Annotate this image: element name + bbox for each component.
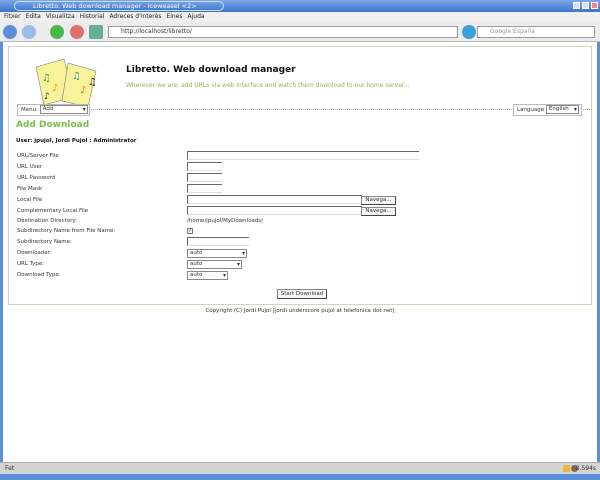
menu-edit[interactable]: Edita [26,13,41,20]
url-input[interactable]: http://localhost/libretto/ [108,26,458,38]
language-select[interactable]: English [545,105,579,114]
reload-icon[interactable] [50,25,64,39]
svg-text:♪: ♪ [44,92,50,102]
menu-file[interactable]: Fitxer [4,13,21,20]
file-mask-input[interactable] [187,184,222,193]
user-info: User: jpujol, Jordi Pujol : Administrato… [16,138,137,144]
close-button[interactable] [591,2,598,9]
minimize-button[interactable] [573,2,580,9]
logo-music-notes-icon: ♫♪ ♪♫ ♪♫ [35,58,97,108]
label-downloader: Downloader: [17,250,52,256]
label-file-mask: File Mask [17,186,43,192]
site-title: Libretto. Web download manager [126,65,296,75]
menu-history[interactable]: Historial [80,13,105,20]
local-file-input[interactable] [187,195,362,204]
complementary-local-file-input[interactable] [187,206,362,215]
menu-label: Menu: [21,107,38,113]
load-time: 0.594s [575,465,596,472]
label-url-server-file: URL/Server File [17,153,59,159]
forward-icon[interactable] [22,25,36,39]
maximize-button[interactable] [582,2,589,9]
svg-text:♪: ♪ [52,83,58,94]
url-server-file-input[interactable] [187,151,419,160]
label-complementary-local-file: Complementary Local File [17,208,89,214]
window-title: Libretto. Web download manager - Iceweas… [14,1,224,11]
language-label: Language [517,107,545,113]
label-url-type: URL Type: [17,261,45,267]
svg-text:♫: ♫ [72,71,81,82]
label-download-type: Download Type: [17,272,61,278]
menu-select[interactable]: Add [39,105,88,114]
divider [17,109,592,110]
url-password-input[interactable] [187,173,222,182]
url-type-select[interactable]: auto [187,260,242,269]
page-content: ♫ ♪ ♪ ♫ ♪ ♫ Libretto. Web download manager … [0,42,600,462]
copyright: Copyright (C) Jordi Pujol [jordi undersc… [205,308,395,314]
status-text: Fet [5,465,15,472]
start-download-button[interactable]: Start Download [277,289,327,299]
stop-icon[interactable] [70,25,84,39]
downloader-select[interactable]: auto [187,249,247,258]
label-local-file: Local File [17,197,43,203]
extension-icon[interactable] [563,465,570,472]
browse-complementary-file-button[interactable]: Navega... [361,207,396,216]
page-heading: Add Download [16,120,90,130]
label-subdir-from-file: Subdirectory Name from File Name: [17,228,116,234]
search-input[interactable]: Google España [477,26,595,38]
title-bar: Libretto. Web download manager - Iceweas… [0,0,600,12]
svg-text:♫: ♫ [42,73,51,84]
status-bar: Fet 0.594s [0,462,600,474]
menu-bookmarks[interactable]: Adreces d'interès [109,13,161,20]
svg-text:♫: ♫ [88,77,97,88]
browse-local-file-button[interactable]: Navega... [361,196,396,205]
svg-text:♪: ♪ [80,85,86,96]
label-subdir-name: Subdirectory Name: [17,239,72,245]
label-destination-directory: Destination Directory: [17,218,78,224]
nav-toolbar: http://localhost/libretto/ Google España [0,22,600,42]
subdir-name-input[interactable] [187,237,249,246]
back-icon[interactable] [3,25,17,39]
site-subtitle: Wherever we are, add URLs via web interf… [126,82,410,89]
menu-view[interactable]: Visualitza [46,13,75,20]
home-icon[interactable] [89,25,103,39]
language-selector: Language English [513,104,582,116]
menu-bar: Fitxer Edita Visualitza Historial Adreces d'… [0,12,600,22]
main-panel: ♫ ♪ ♪ ♫ ♪ ♫ Libretto. Web download manager … [8,46,592,305]
window-border [0,474,600,480]
menu-selector: Menu: Add [17,104,90,116]
label-url-password: URL Password [17,175,56,181]
go-icon[interactable] [462,25,476,39]
label-url-user: URL User [17,164,43,170]
download-type-select[interactable]: auto [187,271,228,280]
subdir-from-file-checkbox[interactable]: ✓ [187,228,193,234]
menu-help[interactable]: Ajuda [188,13,205,20]
url-user-input[interactable] [187,162,222,171]
menu-tools[interactable]: Eines [166,13,182,20]
destination-directory-value: /home/jpujol/MyDownloads/ [187,218,264,224]
